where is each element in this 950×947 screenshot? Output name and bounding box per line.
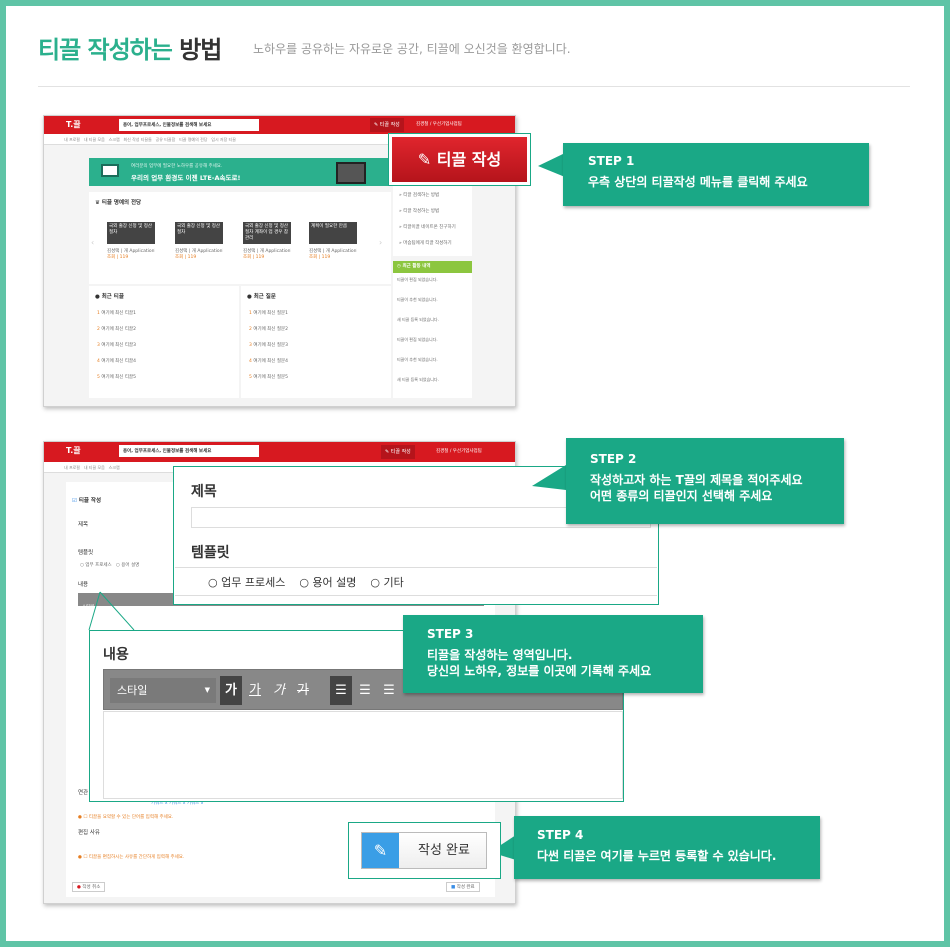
align-center-icon[interactable]: ☰ [354,676,376,705]
step4-label: STEP 4 [537,828,584,842]
strike-button[interactable]: 가 [292,676,314,705]
zoom-submit-frame: ✎ 작성 완료 [348,822,501,879]
step3-desc: 티끌을 작성하는 영역입니다. 당신의 노하우, 정보를 이곳에 기록해 주세요 [427,648,652,678]
submit-button[interactable]: ✎ 작성 완료 [361,832,487,869]
step2-callout: STEP 2 작성하고자 하는 T끌의 제목을 적어주세요 어떤 종류의 티끌인지… [566,438,844,524]
pencil-icon: ✎ [362,833,399,868]
step3-callout: STEP 3 티끌을 작성하는 영역입니다. 당신의 노하우, 정보를 이곳에 기… [403,615,703,693]
italic-button[interactable]: 가 [268,676,290,705]
submit-label: 작성 완료 [418,843,470,858]
step3-label: STEP 3 [427,627,474,641]
zoom-content-label: 내용 [103,647,129,663]
step4-callout: STEP 4 다썬 티끌은 여기를 누르면 등록할 수 있습니다. [514,816,820,879]
style-select[interactable]: 스타일 ▼ [110,678,216,703]
bold-button[interactable]: 가 [220,676,242,705]
caret-icon: ▼ [204,686,210,694]
editor-body[interactable] [103,711,623,799]
underline-button[interactable]: 가 [244,676,266,705]
align-left-icon[interactable]: ☰ [330,676,352,705]
align-right-icon[interactable]: ☰ [378,676,400,705]
step4-desc: 다썬 티끌은 여기를 누르면 등록할 수 있습니다. [537,849,777,863]
step2-label: STEP 2 [590,452,637,466]
step2-desc: 작성하고자 하는 T끌의 제목을 적어주세요 어떤 종류의 티끌인지 선택해 주세… [590,473,803,503]
